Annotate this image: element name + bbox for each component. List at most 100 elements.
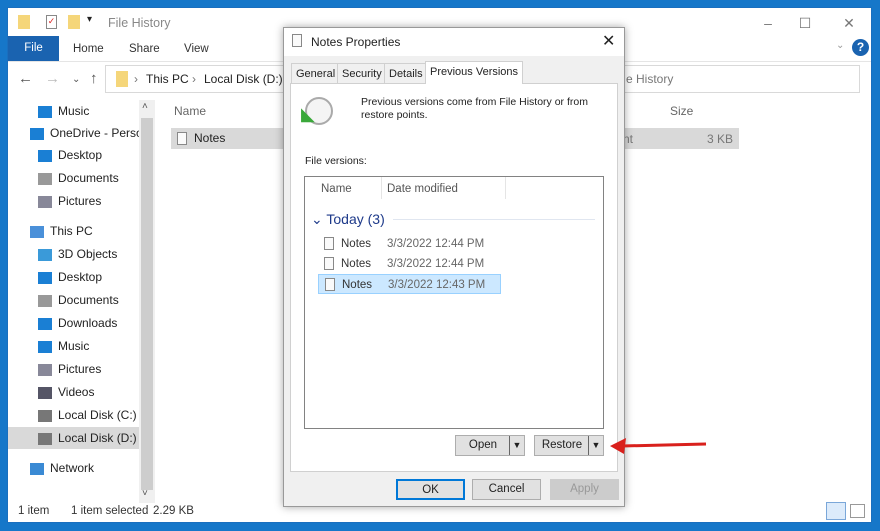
version-name: Notes	[342, 279, 373, 291]
nav-item-label: Music	[58, 104, 90, 118]
cube-icon	[38, 248, 52, 261]
forward-button[interactable]: →	[45, 70, 60, 87]
nav-item-label: OneDrive - Persor	[50, 126, 139, 140]
text-file-icon	[324, 237, 334, 251]
version-row[interactable]: Notes 3/3/2022 12:43 PM	[318, 274, 501, 294]
nav-item-label: Pictures	[58, 362, 102, 376]
apply-button[interactable]: Apply	[550, 479, 619, 500]
nav-item-local-disk-d[interactable]: Local Disk (D:)	[8, 427, 139, 449]
minimize-button[interactable]: –	[753, 12, 783, 34]
version-row[interactable]: Notes 3/3/2022 12:44 PM	[318, 254, 501, 274]
nav-item-label: Local Disk (D:)	[58, 431, 137, 445]
network-icon	[30, 462, 44, 475]
maximize-button[interactable]: ☐	[790, 12, 820, 34]
scroll-down-icon[interactable]: ˅	[142, 488, 148, 499]
file-versions-list[interactable]: Name Date modified ⌄ Today (3) Notes 3/3/…	[304, 176, 604, 429]
list-column-date-modified[interactable]: Date modified	[387, 183, 458, 195]
status-selected: 1 item selected	[71, 505, 149, 517]
music-icon	[38, 340, 52, 353]
file-name: Notes	[194, 131, 226, 145]
nav-item-onedrive-persor[interactable]: OneDrive - Persor	[8, 122, 139, 144]
help-icon[interactable]: ?	[852, 39, 869, 56]
column-header-size[interactable]: Size	[670, 104, 693, 118]
folder-icon	[18, 15, 30, 29]
group-label: Today (3)	[326, 211, 385, 227]
tab-general[interactable]: General	[291, 63, 341, 83]
documents-icon	[38, 294, 52, 307]
videos-icon	[38, 386, 52, 399]
dialog-title: Notes Properties	[311, 35, 401, 49]
ribbon-tab-file[interactable]: File	[8, 36, 59, 61]
restore-split-button[interactable]: Restore ▼	[534, 435, 604, 456]
nav-item-label: Documents	[58, 293, 119, 307]
close-button[interactable]: ✕	[834, 12, 864, 34]
search-box[interactable]: e History	[626, 72, 673, 86]
desktop-icon	[38, 271, 52, 284]
version-date: 3/3/2022 12:44 PM	[387, 238, 485, 250]
up-button[interactable]: ↑	[90, 70, 98, 87]
nav-item-label: Music	[58, 339, 90, 353]
text-file-icon	[325, 278, 335, 292]
breadcrumb-this-pc[interactable]: This PC	[146, 72, 189, 86]
text-file-icon	[324, 257, 334, 271]
computer-icon	[30, 225, 44, 238]
nav-item-label: Videos	[58, 385, 95, 399]
cancel-button[interactable]: Cancel	[472, 479, 541, 500]
nav-item-3d-objects[interactable]: 3D Objects	[8, 243, 139, 265]
nav-item-documents[interactable]: Documents	[8, 167, 139, 189]
text-file-icon	[177, 132, 187, 146]
drive-icon	[38, 409, 52, 422]
nav-scrollbar-thumb[interactable]	[141, 118, 153, 490]
nav-item-local-disk-c[interactable]: Local Disk (C:)	[8, 404, 139, 426]
list-column-name[interactable]: Name	[321, 183, 352, 195]
nav-item-this-pc[interactable]: This PC	[8, 220, 139, 242]
expand-ribbon-icon[interactable]: ⌄	[836, 40, 844, 51]
tab-details[interactable]: Details	[384, 63, 428, 83]
version-row[interactable]: Notes 3/3/2022 12:44 PM	[318, 234, 501, 254]
group-header-today[interactable]: ⌄ Today (3)	[311, 211, 385, 228]
version-date: 3/3/2022 12:44 PM	[387, 258, 485, 270]
ok-button[interactable]: OK	[396, 479, 465, 500]
back-button[interactable]: ←	[18, 70, 33, 87]
nav-item-label: Downloads	[58, 316, 118, 330]
nav-item-label: Documents	[58, 171, 119, 185]
recent-locations-icon[interactable]: ⌄	[72, 74, 80, 85]
open-split-button[interactable]: Open ▼	[455, 435, 525, 456]
nav-item-music[interactable]: Music	[8, 100, 139, 122]
open-dropdown-arrow-icon[interactable]: ▼	[509, 436, 524, 455]
ribbon-tab-home[interactable]: Home	[73, 38, 104, 60]
file-versions-label: File versions:	[305, 155, 367, 167]
desktop-icon	[38, 149, 52, 162]
nav-item-pictures[interactable]: Pictures	[8, 358, 139, 380]
column-header-name[interactable]: Name	[174, 104, 206, 118]
details-view-button[interactable]	[826, 502, 846, 520]
drive-icon	[38, 432, 52, 445]
scroll-up-icon[interactable]: ˄	[142, 101, 148, 112]
pictures-icon	[38, 195, 52, 208]
nav-item-network[interactable]: Network	[8, 457, 139, 479]
restore-clock-icon: ◣	[301, 97, 333, 125]
download-icon	[38, 317, 52, 330]
nav-item-desktop[interactable]: Desktop	[8, 266, 139, 288]
nav-item-documents[interactable]: Documents	[8, 289, 139, 311]
nav-item-desktop[interactable]: Desktop	[8, 144, 139, 166]
nav-item-label: Desktop	[58, 148, 103, 162]
tab-security[interactable]: Security	[337, 63, 387, 83]
restore-dropdown-arrow-icon[interactable]: ▼	[588, 436, 603, 455]
tab-previous-versions[interactable]: Previous Versions	[425, 61, 524, 84]
nav-item-pictures[interactable]: Pictures	[8, 190, 139, 212]
properties-icon[interactable]: ✓	[46, 15, 57, 29]
large-icons-view-button[interactable]	[850, 504, 865, 518]
quick-access-dropdown-icon[interactable]: ▾	[87, 14, 92, 25]
ribbon-tab-view[interactable]: View	[184, 38, 209, 60]
info-text: Previous versions come from File History…	[361, 96, 588, 121]
new-folder-icon[interactable]	[68, 15, 80, 29]
breadcrumb-local-disk-d[interactable]: Local Disk (D:)	[204, 72, 283, 86]
nav-item-videos[interactable]: Videos	[8, 381, 139, 403]
nav-item-downloads[interactable]: Downloads	[8, 312, 139, 334]
ribbon-tab-share[interactable]: Share	[129, 38, 160, 60]
dialog-close-button[interactable]: ✕	[602, 31, 615, 51]
folder-icon	[116, 71, 128, 87]
file-size: 3 KB	[706, 132, 733, 146]
nav-item-music[interactable]: Music	[8, 335, 139, 357]
